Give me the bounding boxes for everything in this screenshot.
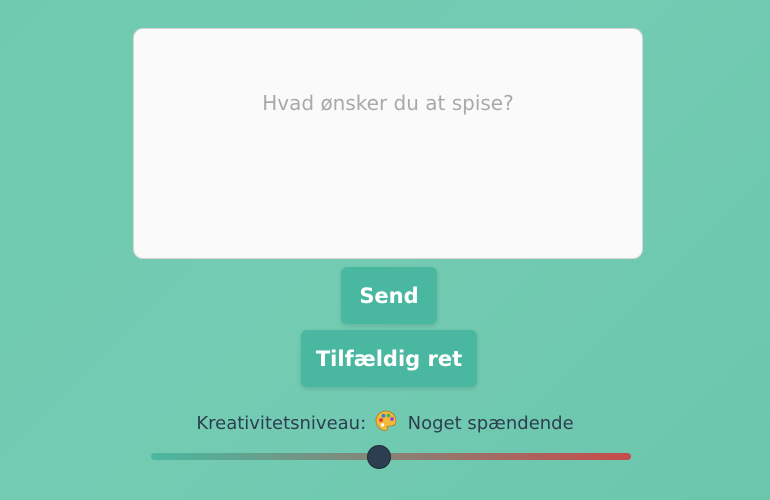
creativity-level-label: Kreativitetsniveau: Noget spændende <box>0 409 770 438</box>
creativity-label-text: Kreativitetsniveau: <box>196 413 367 434</box>
slider-thumb[interactable] <box>367 445 391 469</box>
creativity-level-text: Noget spændende <box>407 413 574 434</box>
creativity-slider[interactable] <box>151 445 631 469</box>
food-prompt-input[interactable] <box>134 29 642 258</box>
palette-icon <box>374 409 398 438</box>
slider-track[interactable] <box>151 453 631 460</box>
prompt-box <box>133 28 643 259</box>
send-button[interactable]: Send <box>341 267 437 324</box>
random-dish-button[interactable]: Tilfældig ret <box>301 330 477 387</box>
